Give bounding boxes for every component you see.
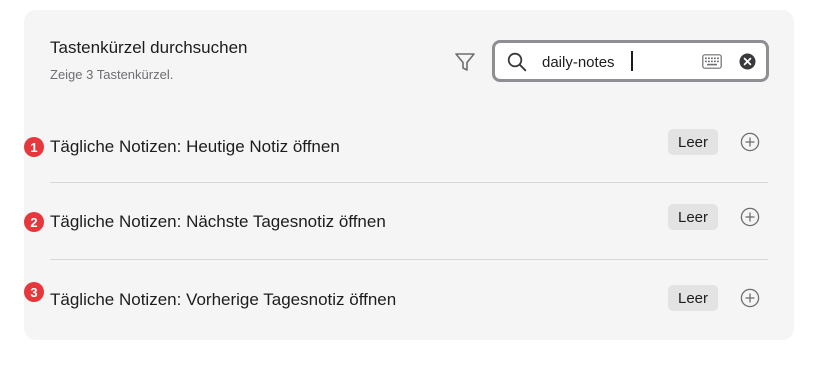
clear-icon[interactable] xyxy=(739,53,756,70)
add-hotkey-icon[interactable] xyxy=(740,288,760,308)
add-hotkey-icon[interactable] xyxy=(740,207,760,227)
list-item: 1 Tägliche Notizen: Heutige Notiz öffnen… xyxy=(24,129,794,177)
hotkey-command-label: Tägliche Notizen: Vorherige Tagesnotiz ö… xyxy=(50,290,397,309)
list-item: 2 Tägliche Notizen: Nächste Tagesnotiz ö… xyxy=(24,204,794,252)
hotkey-chip[interactable]: Leer xyxy=(668,204,719,230)
text-caret xyxy=(631,51,633,71)
add-hotkey-icon[interactable] xyxy=(740,132,760,152)
filter-icon xyxy=(455,53,475,71)
hotkey-chip[interactable]: Leer xyxy=(668,285,719,311)
search-field[interactable] xyxy=(492,40,769,82)
row-number-badge: 3 xyxy=(24,282,44,302)
row-divider xyxy=(50,259,768,260)
row-divider xyxy=(50,182,768,183)
row-number-badge: 1 xyxy=(24,137,44,157)
row-number-badge: 2 xyxy=(24,212,44,232)
list-item: 3 Tägliche Notizen: Vorherige Tagesnotiz… xyxy=(24,282,794,325)
keyboard-icon[interactable] xyxy=(702,54,722,69)
page-title: Tastenkürzel durchsuchen xyxy=(50,38,248,57)
search-icon xyxy=(507,52,527,72)
result-count: Zeige 3 Tastenkürzel. xyxy=(50,67,174,82)
hotkey-chip[interactable]: Leer xyxy=(668,129,719,155)
filter-button[interactable] xyxy=(452,49,478,75)
search-input[interactable] xyxy=(542,51,692,73)
hotkey-command-label: Tägliche Notizen: Heutige Notiz öffnen xyxy=(50,137,340,156)
hotkey-command-label: Tägliche Notizen: Nächste Tagesnotiz öff… xyxy=(50,212,386,231)
